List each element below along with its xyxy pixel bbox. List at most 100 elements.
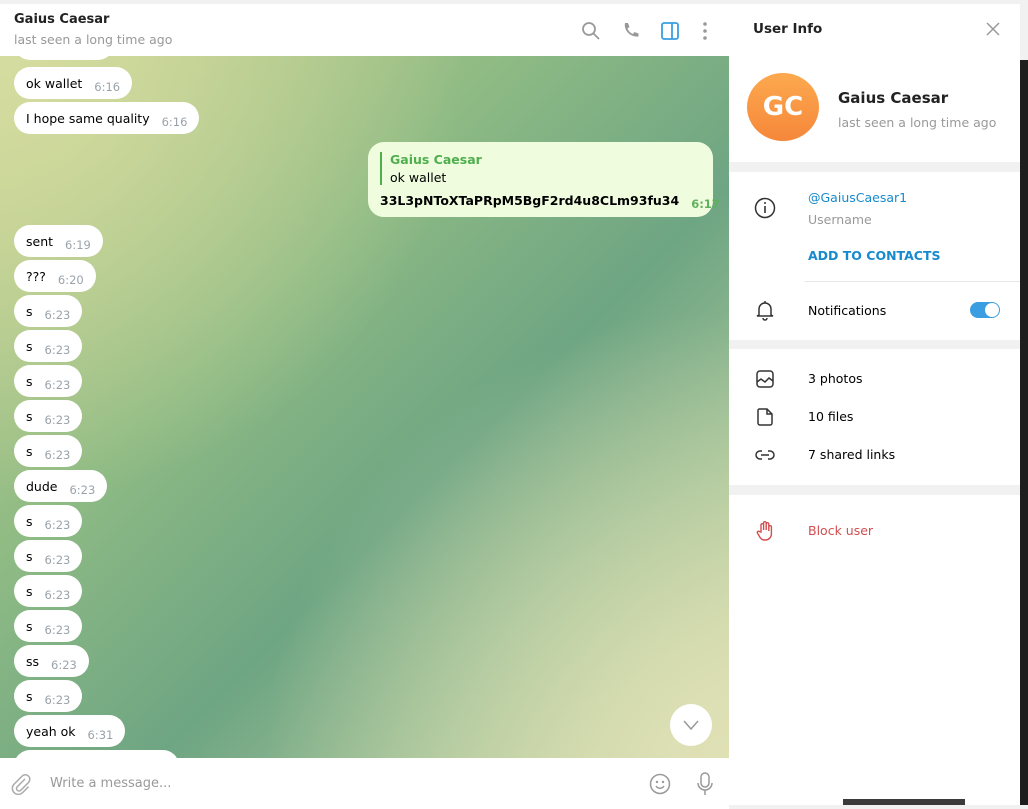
- chat-background: ok wallet 6:16 I hope same quality 6:16 Gai…: [0, 56, 729, 758]
- media-section: 3 photos 10 files 7 shared links: [729, 349, 1020, 485]
- chat-title[interactable]: Gaius Caesar: [14, 12, 109, 27]
- message-bubble[interactable]: s 6:23: [14, 505, 83, 537]
- message-text: s: [26, 688, 33, 704]
- reply-author: Gaius Caesar: [390, 152, 482, 167]
- emoji-icon[interactable]: [649, 773, 671, 795]
- message-time: 6:20: [57, 273, 84, 287]
- attach-icon[interactable]: [10, 773, 32, 795]
- message-time: 6:23: [44, 448, 71, 462]
- message-text: ss: [26, 653, 40, 669]
- block-section: Block user: [729, 495, 1020, 805]
- photos-link[interactable]: 3 photos: [808, 371, 863, 386]
- message-text: ???: [26, 268, 46, 284]
- bell-icon: [756, 301, 774, 321]
- message-bubble[interactable]: s 6:23: [14, 435, 83, 467]
- hand-icon: [756, 521, 773, 541]
- message-time: 6:23: [51, 658, 77, 672]
- message-list: ok wallet 6:16 I hope same quality 6:16 Gai…: [14, 56, 720, 758]
- info-section: @GaiusCaesar1 Username ADD TO CONTACTS N…: [729, 172, 1020, 340]
- message-bubble[interactable]: dude 6:23: [14, 470, 108, 502]
- profile-status: last seen a long time ago: [838, 115, 997, 130]
- message-time: 6:23: [44, 413, 71, 427]
- message-bubble[interactable]: ??? 6:20: [14, 260, 96, 292]
- message-input[interactable]: Write a message...: [50, 776, 171, 791]
- message-bubble[interactable]: s 6:23: [14, 365, 83, 397]
- message-time: 6:23: [44, 623, 71, 637]
- profile-section: User Info GC Gaius Caesar last seen a lo…: [729, 4, 1020, 162]
- microphone-icon[interactable]: [695, 771, 715, 797]
- message-text: s: [26, 303, 33, 319]
- avatar[interactable]: GC: [747, 73, 819, 141]
- background-window-bar: [843, 799, 965, 805]
- message-text: 33L3pNToXTaPRpM5BgF2rd4u8CLm93fu34: [380, 193, 680, 208]
- message-text: s: [26, 443, 33, 459]
- message-time: 6:23: [44, 588, 71, 602]
- profile-name: Gaius Caesar: [838, 89, 949, 107]
- message-text: s: [26, 583, 33, 599]
- message-time: 6:16: [94, 80, 121, 94]
- message-bubble[interactable]: I hope same quality 6:16: [14, 102, 200, 134]
- message-time: 6:16: [161, 115, 188, 129]
- outgoing-message[interactable]: Gaius Caesar ok wallet 33L3pNToXTaPRpM5B…: [368, 142, 720, 217]
- message-text: s: [26, 373, 33, 389]
- add-to-contacts-button[interactable]: ADD TO CONTACTS: [808, 248, 940, 263]
- files-link[interactable]: 10 files: [808, 409, 853, 424]
- file-icon: [757, 408, 773, 426]
- message-bubble[interactable]: s 6:23: [14, 330, 83, 362]
- message-time: 6:23: [44, 553, 71, 567]
- message-time: 6:23: [44, 378, 71, 392]
- scroll-down-button[interactable]: [670, 704, 712, 746]
- message-bubble[interactable]: s 6:23: [14, 295, 83, 327]
- message-time: 6:23: [44, 693, 71, 707]
- message-bubble[interactable]: sent 6:19: [14, 225, 103, 257]
- background-window: [1020, 60, 1028, 805]
- message-bubble[interactable]: ok wallet 6:16: [14, 67, 133, 99]
- notifications-label: Notifications: [808, 303, 887, 318]
- message-text: sent: [26, 233, 54, 249]
- message-time: 6:23: [44, 518, 71, 532]
- shared-links-link[interactable]: 7 shared links: [808, 447, 895, 462]
- message-time: 6:19: [65, 238, 91, 252]
- message-text: yeah ok: [26, 723, 76, 739]
- notifications-toggle[interactable]: [970, 302, 1000, 318]
- message-time: 6:23: [69, 483, 96, 497]
- block-user-button[interactable]: Block user: [808, 523, 873, 538]
- message-bubble[interactable]: s 6:23: [14, 575, 83, 607]
- message-bubble[interactable]: ss 6:23: [14, 645, 89, 677]
- message-bubble[interactable]: [14, 750, 179, 758]
- sidebar-toggle-icon[interactable]: [659, 20, 681, 42]
- phone-icon[interactable]: [620, 20, 642, 42]
- message-time: 6:31: [87, 728, 114, 742]
- message-text: s: [26, 618, 33, 634]
- user-info-panel: User Info GC Gaius Caesar last seen a lo…: [729, 4, 1020, 805]
- close-icon[interactable]: [985, 21, 1001, 37]
- message-text: I hope same quality: [26, 110, 150, 126]
- chat-header[interactable]: Gaius Caesar last seen a long time ago: [0, 4, 729, 56]
- search-icon[interactable]: [580, 20, 602, 42]
- message-bubble[interactable]: s 6:23: [14, 400, 83, 432]
- username-label: Username: [808, 212, 872, 227]
- message-text: s: [26, 513, 33, 529]
- message-bubble[interactable]: [14, 56, 114, 60]
- message-text: dude: [26, 478, 58, 494]
- message-bubble[interactable]: s 6:23: [14, 540, 83, 572]
- info-icon: [754, 197, 776, 219]
- divider: [805, 281, 1020, 282]
- panel-title: User Info: [753, 21, 823, 37]
- chevron-down-icon: [683, 720, 699, 731]
- photo-icon: [756, 370, 774, 388]
- more-icon[interactable]: [694, 20, 716, 42]
- username[interactable]: @GaiusCaesar1: [808, 190, 907, 205]
- message-text: s: [26, 408, 33, 424]
- chat-status: last seen a long time ago: [14, 32, 173, 47]
- reply-text: ok wallet: [390, 170, 447, 185]
- message-bubble[interactable]: s 6:23: [14, 610, 83, 642]
- message-bubble[interactable]: s 6:23: [14, 680, 83, 712]
- message-text: s: [26, 548, 33, 564]
- message-time: 6:23: [44, 308, 71, 322]
- reply-quote[interactable]: Gaius Caesar ok wallet: [380, 152, 699, 185]
- message-text: ok wallet: [26, 75, 83, 91]
- message-text: s: [26, 338, 33, 354]
- message-bubble[interactable]: yeah ok 6:31: [14, 715, 126, 747]
- chat-pane: Gaius Caesar last seen a long time ago o…: [0, 4, 729, 809]
